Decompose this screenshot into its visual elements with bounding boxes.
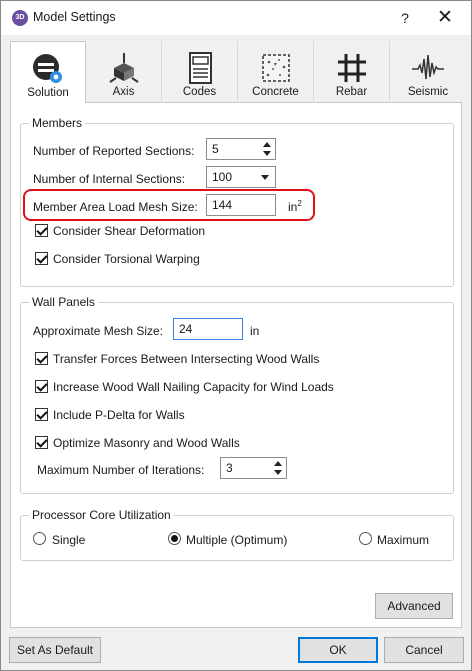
tab-label: Seismic: [407, 86, 449, 98]
tab-label: Concrete: [252, 86, 299, 98]
torsional-warping-label[interactable]: Consider Torsional Warping: [53, 252, 200, 266]
wall-panels-legend: Wall Panels: [29, 295, 98, 309]
ok-button[interactable]: OK: [298, 637, 378, 663]
solution-gear-icon: [33, 54, 62, 83]
tab-concrete[interactable]: Concrete: [238, 41, 314, 103]
dialog-title: Model Settings: [33, 10, 116, 24]
tab-rebar[interactable]: Rebar: [314, 41, 390, 103]
reported-sections-value: 5: [212, 142, 219, 156]
wall-mesh-size-unit: in: [250, 324, 260, 338]
help-button[interactable]: ?: [395, 8, 415, 28]
tab-seismic[interactable]: Seismic: [390, 41, 466, 103]
settings-tabstrip: Solution Axis Codes Concrete Rebar Seism…: [10, 41, 462, 104]
processor-legend: Processor Core Utilization: [29, 508, 174, 522]
rebar-grid-icon: [337, 54, 366, 82]
torsional-warping-checkbox[interactable]: [35, 252, 48, 265]
max-iterations-label: Maximum Number of Iterations:: [37, 463, 205, 477]
p-delta-label[interactable]: Include P-Delta for Walls: [53, 408, 185, 422]
concrete-block-icon: [261, 54, 290, 82]
increase-nailing-label[interactable]: Increase Wood Wall Nailing Capacity for …: [53, 380, 334, 394]
internal-sections-value: 100: [212, 170, 233, 184]
spinner-arrows-icon[interactable]: [273, 460, 283, 476]
wall-mesh-size-input[interactable]: 24: [173, 318, 243, 340]
wall-mesh-size-value: 24: [179, 322, 193, 336]
radio-multiple[interactable]: [168, 532, 181, 545]
set-as-default-button[interactable]: Set As Default: [9, 637, 101, 663]
internal-sections-label: Number of Internal Sections:: [33, 172, 186, 186]
member-mesh-size-label: Member Area Load Mesh Size:: [33, 200, 198, 214]
member-mesh-size-value: 144: [212, 198, 233, 212]
shear-deformation-label[interactable]: Consider Shear Deformation: [53, 224, 205, 238]
close-button[interactable]: ✕: [433, 7, 457, 29]
reported-sections-spinner[interactable]: 5: [206, 138, 276, 160]
member-mesh-size-unit: in2: [288, 199, 302, 214]
cancel-button[interactable]: Cancel: [384, 637, 464, 663]
wall-mesh-size-label: Approximate Mesh Size:: [33, 324, 164, 338]
axis-cube-icon: [108, 53, 139, 83]
tab-label: Rebar: [335, 86, 368, 98]
p-delta-checkbox[interactable]: [35, 408, 48, 421]
tab-label: Axis: [112, 86, 135, 98]
radio-single-label[interactable]: Single: [52, 533, 85, 547]
radio-maximum-label[interactable]: Maximum: [377, 533, 429, 547]
app-3d-icon: 3D: [12, 10, 28, 26]
tab-solution[interactable]: Solution: [10, 41, 86, 104]
chevron-down-icon: [261, 175, 269, 180]
radio-maximum[interactable]: [359, 532, 372, 545]
tab-axis[interactable]: Axis: [86, 41, 162, 103]
advanced-button[interactable]: Advanced: [375, 593, 453, 619]
tab-codes[interactable]: Codes: [162, 41, 238, 103]
increase-nailing-checkbox[interactable]: [35, 380, 48, 393]
tab-label: Codes: [182, 86, 217, 98]
transfer-forces-label[interactable]: Transfer Forces Between Intersecting Woo…: [53, 352, 319, 366]
max-iterations-value: 3: [226, 461, 233, 475]
radio-single[interactable]: [33, 532, 46, 545]
reported-sections-label: Number of Reported Sections:: [33, 144, 195, 158]
seismic-wave-icon: [412, 54, 444, 80]
codes-book-icon: [188, 52, 212, 84]
optimize-walls-checkbox[interactable]: [35, 436, 48, 449]
tab-label: Solution: [27, 87, 69, 99]
spinner-arrows-icon[interactable]: [262, 141, 272, 157]
shear-deformation-checkbox[interactable]: [35, 224, 48, 237]
members-legend: Members: [29, 116, 86, 130]
max-iterations-spinner[interactable]: 3: [220, 457, 287, 479]
radio-multiple-label[interactable]: Multiple (Optimum): [186, 533, 287, 547]
internal-sections-dropdown[interactable]: 100: [206, 166, 276, 188]
model-settings-dialog: 3D Model Settings ? ✕ Solution Axis Code…: [0, 0, 472, 671]
optimize-walls-label[interactable]: Optimize Masonry and Wood Walls: [53, 436, 240, 450]
transfer-forces-checkbox[interactable]: [35, 352, 48, 365]
member-mesh-size-input[interactable]: 144: [206, 194, 276, 216]
solution-panel: Members Number of Reported Sections: 5 N…: [10, 103, 462, 628]
title-bar: 3D Model Settings ? ✕: [1, 1, 471, 35]
